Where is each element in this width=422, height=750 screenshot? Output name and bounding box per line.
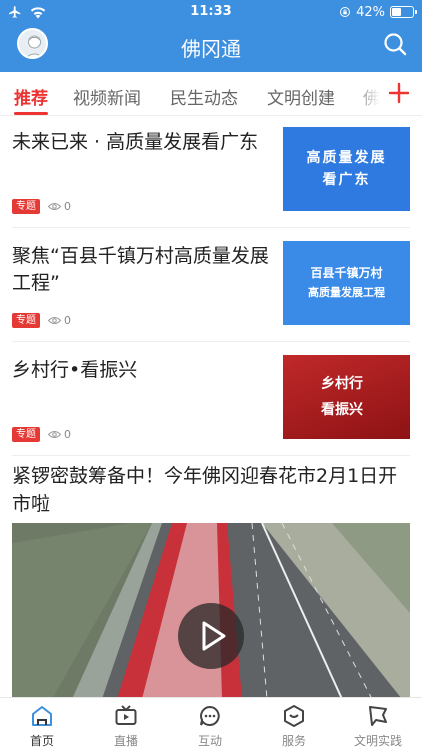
divider (12, 227, 410, 228)
app-header: 11:33 42% 佛冈通 (0, 0, 422, 72)
topic-badge: 专题 (12, 313, 40, 328)
tab-livelihood[interactable]: 民生动态 (170, 84, 238, 109)
topic-badge: 专题 (12, 427, 40, 442)
nav-home[interactable]: 首页 (0, 704, 84, 749)
eye-icon (48, 317, 61, 324)
nav-bar: 佛冈通 (0, 24, 422, 72)
nav-service[interactable]: 服务 (252, 704, 336, 749)
flag-icon (369, 706, 387, 726)
home-icon (32, 706, 52, 726)
add-channel-icon[interactable] (388, 82, 410, 104)
news-feed: 未来已来 · 高质量发展看广东 专题 0 高质量发展 看广东 聚焦“百县千镇万村… (0, 117, 422, 697)
tab-fade (352, 72, 392, 115)
divider (12, 341, 410, 342)
article-thumbnail: 百县千镇万村 高质量发展工程 (283, 241, 410, 325)
article-title: 乡村行•看振兴 (12, 359, 138, 381)
play-button[interactable] (178, 603, 244, 669)
nav-interact[interactable]: 互动 (168, 704, 252, 749)
article-title[interactable]: 紧锣密鼓筹备中！今年佛冈迎春花市2月1日开市啦 (12, 462, 412, 518)
tab-recommend[interactable]: 推荐 (14, 84, 48, 109)
nav-live[interactable]: 直播 (84, 704, 168, 749)
article-thumbnail: 乡村行 看振兴 (283, 355, 410, 439)
battery-icon (390, 6, 417, 18)
list-item[interactable]: 未来已来 · 高质量发展看广东 专题 0 高质量发展 看广东 (12, 117, 410, 229)
article-title: 未来已来 · 高质量发展看广东 (12, 131, 259, 153)
article-title: 聚焦“百县千镇万村高质量发展工程” (12, 245, 269, 294)
eye-icon (48, 203, 61, 210)
article-thumbnail: 高质量发展 看广东 (283, 127, 410, 211)
battery-percent: 42% (356, 4, 385, 20)
tab-video-news[interactable]: 视频新闻 (73, 84, 141, 109)
view-count: 0 (48, 314, 71, 327)
bottom-nav: 首页 直播 互动 服务 文明实践 (0, 697, 422, 750)
list-item[interactable]: 乡村行•看振兴 专题 0 乡村行 看振兴 (12, 345, 410, 457)
nav-civilization-practice[interactable]: 文明实践 (336, 704, 420, 749)
eye-icon (48, 431, 61, 438)
play-icon (202, 621, 226, 651)
topic-badge: 专题 (12, 199, 40, 214)
service-hexagon-icon (284, 705, 304, 727)
rotation-lock-icon (340, 7, 351, 17)
active-tab-indicator (14, 112, 48, 115)
list-item[interactable]: 聚焦“百县千镇万村高质量发展工程” 专题 0 百县千镇万村 高质量发展工程 (12, 231, 410, 343)
tv-icon (115, 705, 137, 725)
chat-icon (200, 705, 220, 726)
video-thumbnail[interactable] (12, 523, 410, 697)
tab-civilization[interactable]: 文明创建 (267, 84, 335, 109)
view-count: 0 (48, 200, 71, 213)
page-title: 佛冈通 (181, 37, 241, 61)
divider (12, 455, 410, 456)
status-bar: 11:33 42% (0, 0, 422, 24)
channel-tabs: 推荐 视频新闻 民生动态 文明创建 佛 (0, 72, 422, 116)
view-count: 0 (48, 428, 71, 441)
search-icon[interactable] (382, 31, 408, 57)
